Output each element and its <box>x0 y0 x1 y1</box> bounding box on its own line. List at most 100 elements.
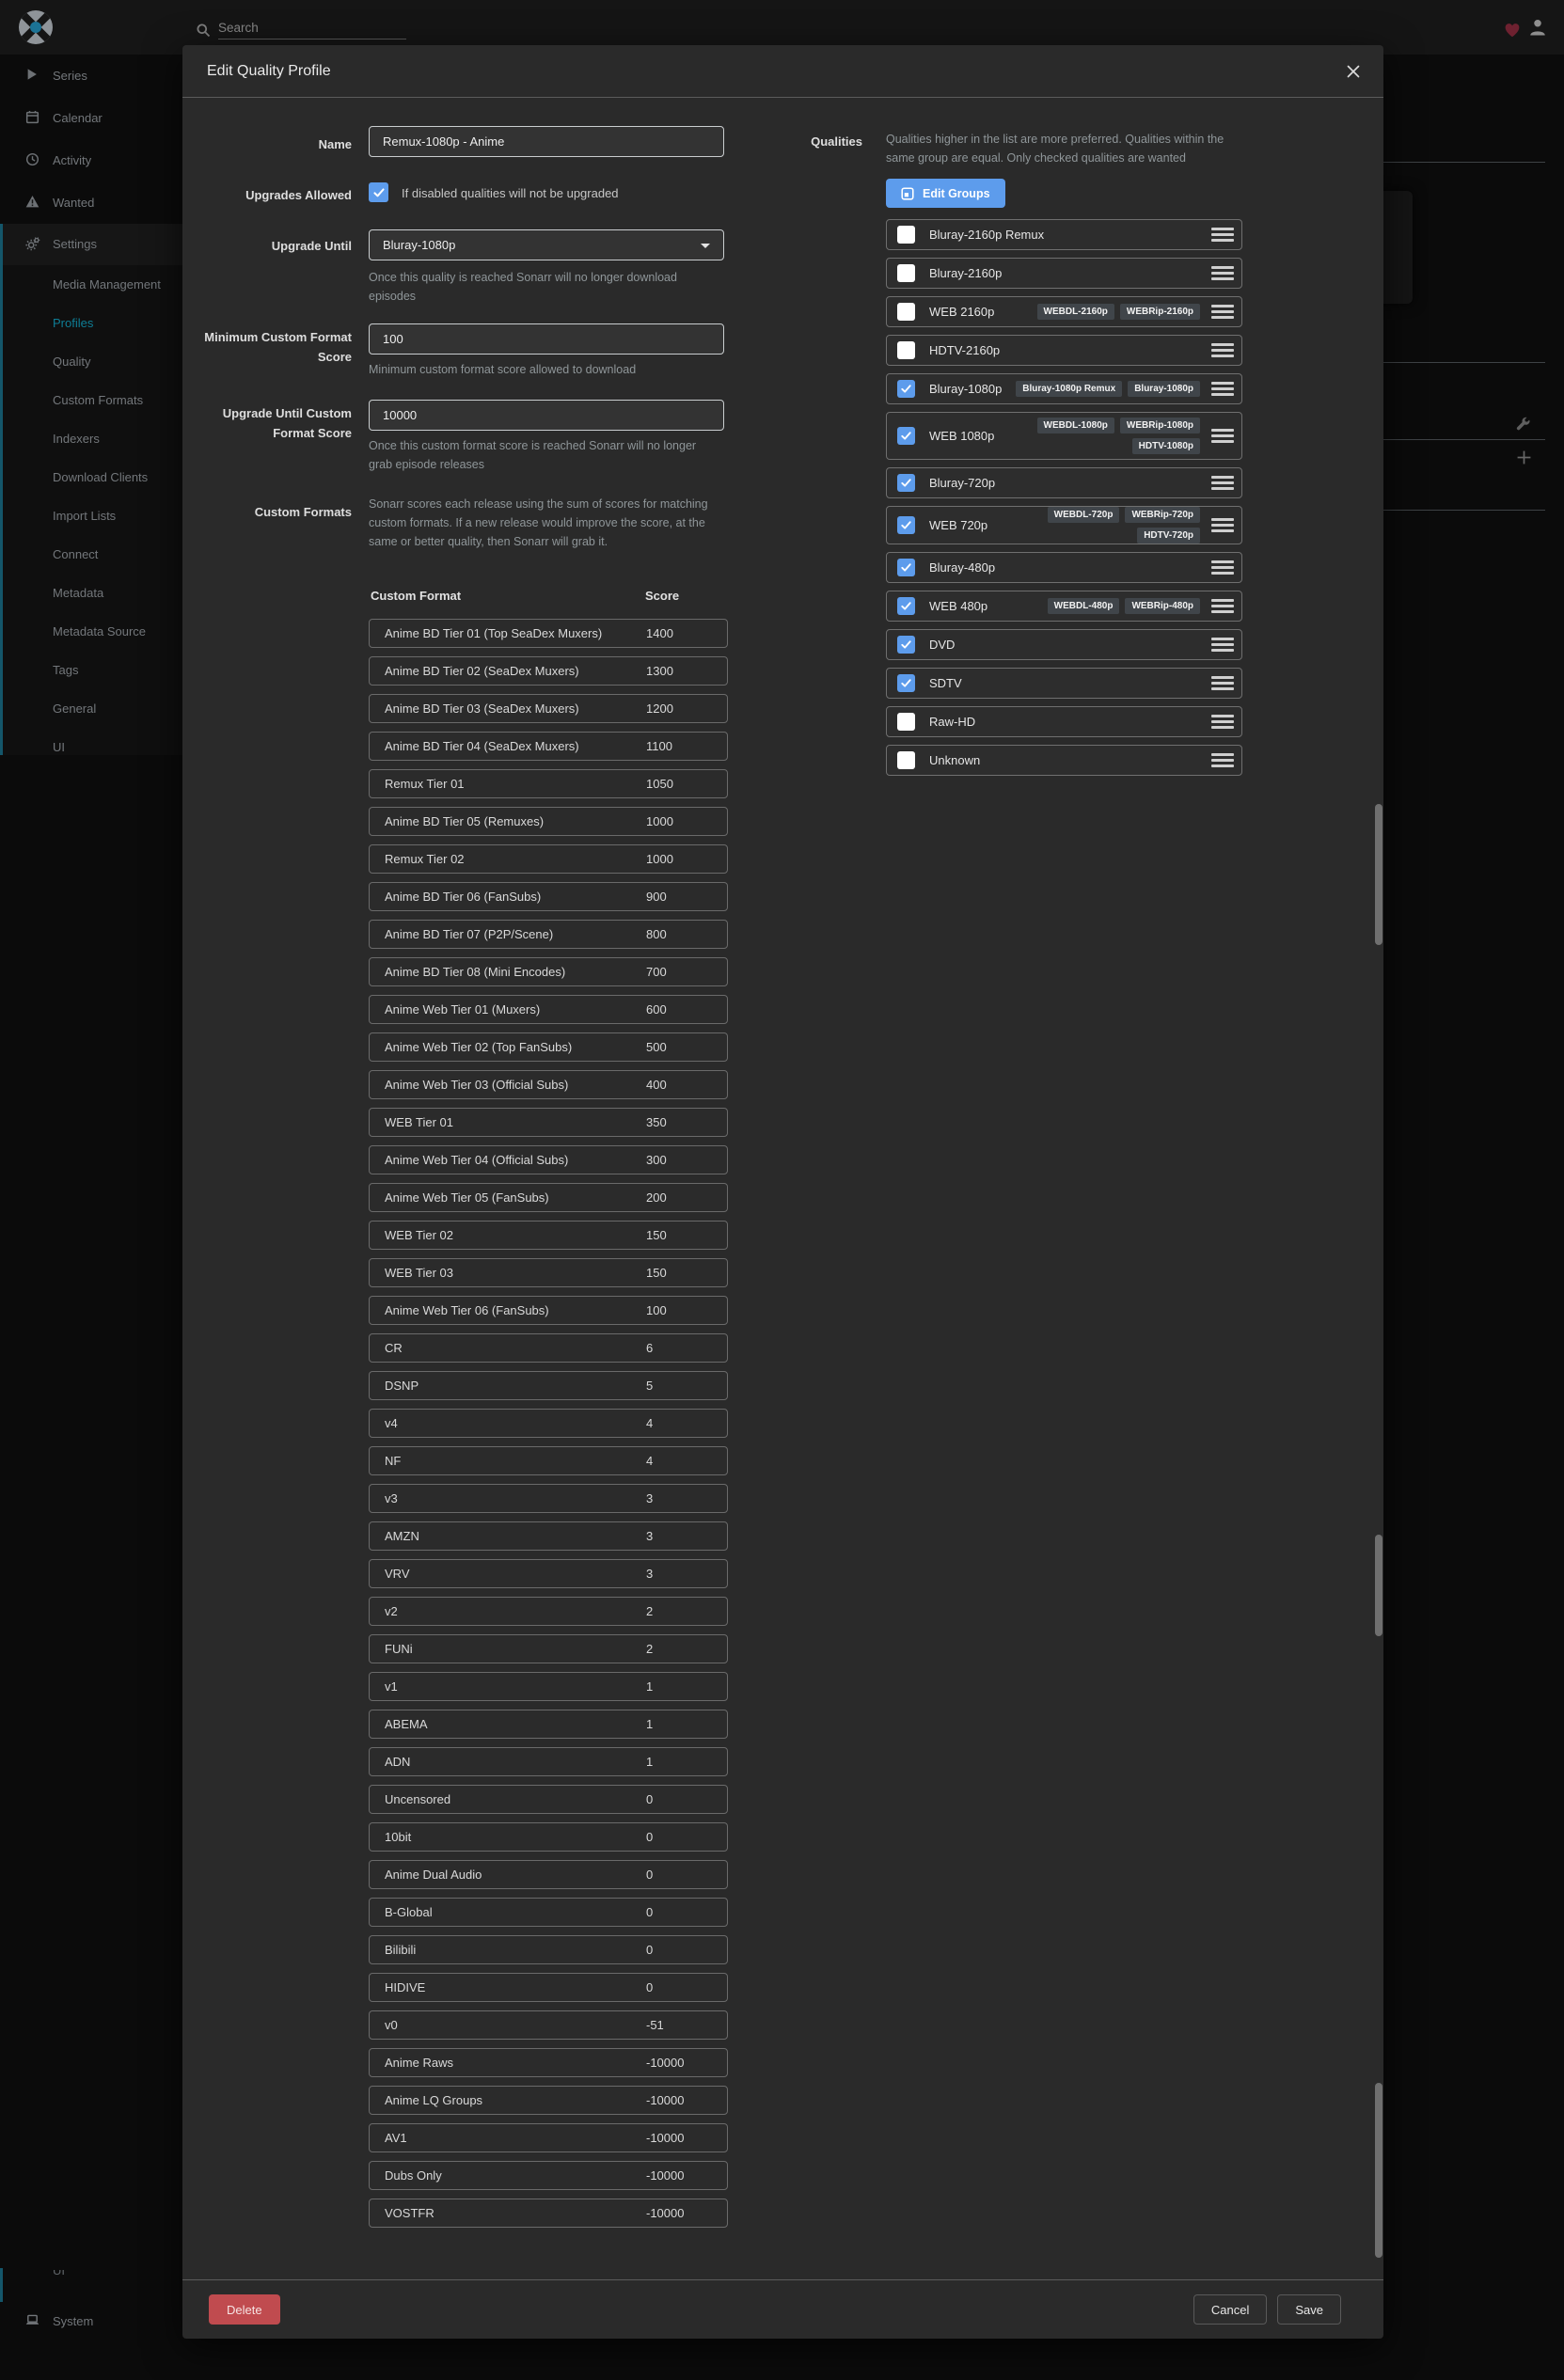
quality-checkbox[interactable] <box>897 636 915 654</box>
custom-format-row[interactable]: AMZN3 <box>369 1521 728 1551</box>
custom-format-row[interactable]: 10bit0 <box>369 1822 728 1852</box>
drag-handle-icon[interactable] <box>1211 676 1234 690</box>
quality-item[interactable]: WEB 2160pWEBDL-2160pWEBRip-2160p <box>886 296 1242 327</box>
close-icon[interactable] <box>1346 64 1361 79</box>
custom-format-row[interactable]: WEB Tier 01350 <box>369 1108 728 1137</box>
quality-item[interactable]: WEB 480pWEBDL-480pWEBRip-480p <box>886 591 1242 622</box>
sidebar-item-download-clients[interactable]: Download Clients <box>3 458 182 496</box>
quality-checkbox[interactable] <box>897 559 915 576</box>
sidebar-item-settings[interactable]: Settings <box>3 224 182 265</box>
quality-item[interactable]: HDTV-2160p <box>886 335 1242 366</box>
upgrades-allowed-checkbox[interactable] <box>369 182 388 202</box>
donate-heart-icon[interactable] <box>1502 20 1523 39</box>
sidebar-item-system[interactable]: System <box>0 2306 182 2338</box>
sidebar-item-calendar[interactable]: Calendar <box>0 97 182 139</box>
edit-groups-button[interactable]: Edit Groups <box>886 179 1005 208</box>
custom-format-row[interactable]: Anime BD Tier 07 (P2P/Scene)800 <box>369 920 728 949</box>
drag-handle-icon[interactable] <box>1211 476 1234 490</box>
drag-handle-icon[interactable] <box>1211 518 1234 532</box>
drag-handle-icon[interactable] <box>1211 343 1234 357</box>
quality-item[interactable]: WEB 720pWEBDL-720pWEBRip-720pHDTV-720p <box>886 506 1242 544</box>
quality-checkbox[interactable] <box>897 474 915 492</box>
search-input[interactable] <box>218 16 406 39</box>
drag-handle-icon[interactable] <box>1211 638 1234 652</box>
custom-format-row[interactable]: v22 <box>369 1597 728 1626</box>
delete-button[interactable]: Delete <box>209 2294 280 2325</box>
quality-checkbox[interactable] <box>897 516 915 534</box>
modal-scrollbar-thumb[interactable] <box>1375 2083 1382 2258</box>
custom-format-row[interactable]: WEB Tier 02150 <box>369 1221 728 1250</box>
quality-item[interactable]: SDTV <box>886 668 1242 699</box>
sidebar-item-series[interactable]: Series <box>0 55 182 97</box>
quality-checkbox[interactable] <box>897 674 915 692</box>
save-button[interactable]: Save <box>1277 2294 1341 2325</box>
sidebar-item-tags[interactable]: Tags <box>3 651 182 689</box>
custom-format-row[interactable]: Anime BD Tier 02 (SeaDex Muxers)1300 <box>369 656 728 686</box>
custom-format-row[interactable]: WEB Tier 03150 <box>369 1258 728 1287</box>
quality-checkbox[interactable] <box>897 303 915 321</box>
custom-format-row[interactable]: Anime Web Tier 03 (Official Subs)400 <box>369 1070 728 1099</box>
custom-format-row[interactable]: Uncensored0 <box>369 1785 728 1814</box>
sidebar-item-quality[interactable]: Quality <box>3 342 182 381</box>
quality-checkbox[interactable] <box>897 226 915 244</box>
custom-format-row[interactable]: Anime Raws-10000 <box>369 2048 728 2077</box>
quality-item[interactable]: Bluray-720p <box>886 467 1242 498</box>
custom-format-row[interactable]: Anime Web Tier 04 (Official Subs)300 <box>369 1145 728 1174</box>
custom-format-row[interactable]: ADN1 <box>369 1747 728 1776</box>
plus-icon[interactable] <box>1516 449 1532 465</box>
sidebar-item-activity[interactable]: Activity <box>0 139 182 181</box>
drag-handle-icon[interactable] <box>1211 382 1234 396</box>
drag-handle-icon[interactable] <box>1211 266 1234 280</box>
custom-format-row[interactable]: VOSTFR-10000 <box>369 2199 728 2228</box>
custom-format-row[interactable]: Anime Web Tier 05 (FanSubs)200 <box>369 1183 728 1212</box>
upgrade-until-select[interactable]: Bluray-1080p <box>369 229 724 260</box>
custom-format-row[interactable]: Anime Dual Audio0 <box>369 1860 728 1889</box>
custom-format-row[interactable]: Bilibili0 <box>369 1935 728 1964</box>
sonarr-logo[interactable] <box>19 10 53 44</box>
quality-checkbox[interactable] <box>897 380 915 398</box>
custom-format-row[interactable]: Dubs Only-10000 <box>369 2161 728 2190</box>
sidebar-item-import-lists[interactable]: Import Lists <box>3 496 182 535</box>
drag-handle-icon[interactable] <box>1211 753 1234 767</box>
wrench-icon[interactable] <box>1516 417 1531 432</box>
custom-format-row[interactable]: HIDIVE0 <box>369 1973 728 2002</box>
sidebar-item-metadata[interactable]: Metadata <box>3 574 182 612</box>
custom-format-row[interactable]: CR6 <box>369 1333 728 1363</box>
quality-item[interactable]: Unknown <box>886 745 1242 776</box>
sidebar-item-custom-formats[interactable]: Custom Formats <box>3 381 182 419</box>
custom-format-row[interactable]: AV1-10000 <box>369 2123 728 2152</box>
custom-format-row[interactable]: Anime Web Tier 01 (Muxers)600 <box>369 995 728 1024</box>
quality-checkbox[interactable] <box>897 713 915 731</box>
sidebar-item-general[interactable]: General <box>3 689 182 728</box>
custom-format-row[interactable]: FUNi2 <box>369 1634 728 1663</box>
sidebar-item-profiles[interactable]: Profiles <box>3 304 182 342</box>
cancel-button[interactable]: Cancel <box>1193 2294 1267 2325</box>
custom-format-row[interactable]: Anime BD Tier 04 (SeaDex Muxers)1100 <box>369 732 728 761</box>
custom-format-row[interactable]: NF4 <box>369 1446 728 1475</box>
quality-item[interactable]: Bluray-2160p <box>886 258 1242 289</box>
custom-format-row[interactable]: Anime BD Tier 06 (FanSubs)900 <box>369 882 728 911</box>
drag-handle-icon[interactable] <box>1211 599 1234 613</box>
drag-handle-icon[interactable] <box>1211 429 1234 443</box>
modal-scrollbar-thumb[interactable] <box>1375 804 1382 945</box>
upgrade-until-custom-format-score-input[interactable] <box>369 400 724 431</box>
sidebar-item-indexers[interactable]: Indexers <box>3 419 182 458</box>
user-icon[interactable] <box>1528 18 1547 37</box>
drag-handle-icon[interactable] <box>1211 560 1234 575</box>
custom-format-row[interactable]: Remux Tier 021000 <box>369 844 728 874</box>
sidebar-item-ui[interactable]: UI <box>3 728 182 755</box>
sidebar-item-metadata-source[interactable]: Metadata Source <box>3 612 182 651</box>
custom-format-row[interactable]: ABEMA1 <box>369 1710 728 1739</box>
quality-checkbox[interactable] <box>897 751 915 769</box>
quality-checkbox[interactable] <box>897 597 915 615</box>
custom-format-row[interactable]: Anime Web Tier 06 (FanSubs)100 <box>369 1296 728 1325</box>
name-input[interactable] <box>369 126 724 157</box>
quality-checkbox[interactable] <box>897 341 915 359</box>
custom-format-row[interactable]: v0-51 <box>369 2010 728 2040</box>
custom-format-row[interactable]: v44 <box>369 1409 728 1438</box>
quality-item[interactable]: Bluray-2160p Remux <box>886 219 1242 250</box>
custom-format-row[interactable]: v11 <box>369 1672 728 1701</box>
custom-format-row[interactable]: VRV3 <box>369 1559 728 1588</box>
custom-format-row[interactable]: DSNP5 <box>369 1371 728 1400</box>
custom-format-row[interactable]: B-Global0 <box>369 1898 728 1927</box>
